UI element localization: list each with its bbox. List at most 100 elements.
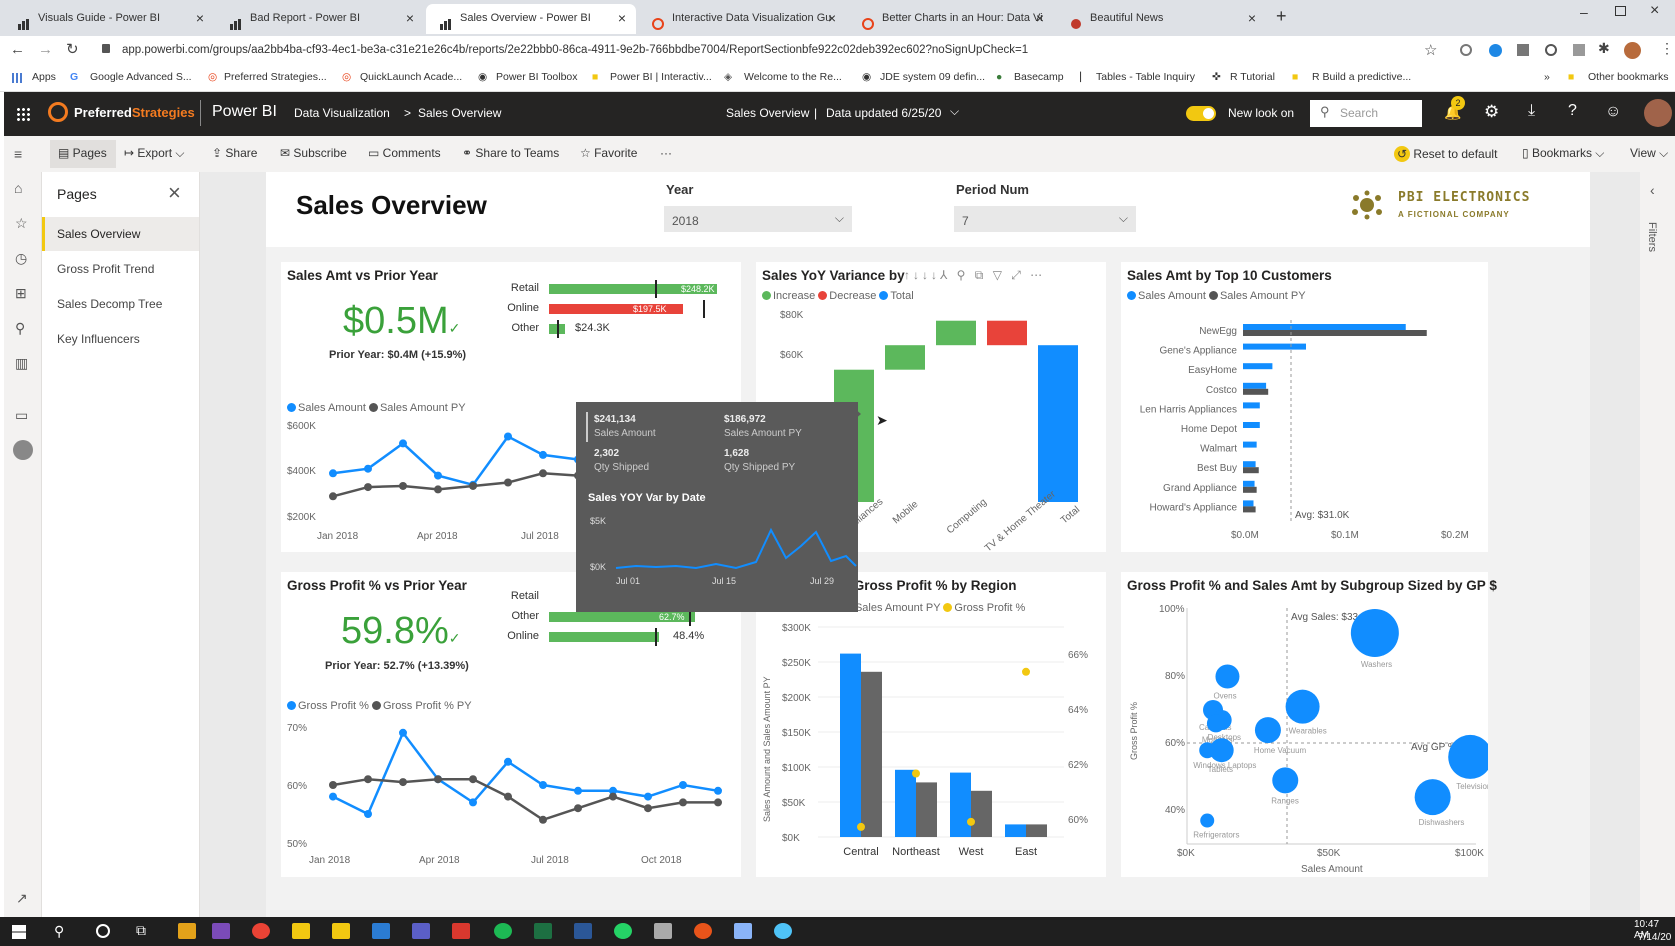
whatsapp-icon[interactable]	[614, 923, 632, 939]
chevron-down-icon[interactable]: ⌵	[950, 104, 959, 119]
new-tab-icon[interactable]: +	[1276, 6, 1287, 27]
year-slicer[interactable]: 2018 ⌵	[664, 206, 852, 232]
browser-tab[interactable]: Better Charts in an Hour: Data Vi ×	[848, 4, 1054, 34]
hamburger-menu-icon[interactable]: ≡	[14, 146, 22, 162]
card-gp-vs-py[interactable]: Gross Profit % vs Prior Year 59.8%✓ Prio…	[281, 572, 741, 877]
view-button[interactable]: View ⌵	[1630, 146, 1668, 161]
more-bookmarks-icon[interactable]: »	[1544, 71, 1550, 83]
extensions-puzzle-icon[interactable]: ✱	[1598, 40, 1610, 57]
star-icon[interactable]: ☆	[1424, 41, 1437, 59]
card-scatter[interactable]: Gross Profit % and Sales Amt by Subgroup…	[1121, 572, 1497, 877]
powerbi-desktop-icon[interactable]	[332, 923, 350, 939]
app-icon[interactable]	[774, 923, 792, 939]
feedback-smiley-icon[interactable]: ☺	[1605, 103, 1621, 121]
expand-arrow-icon[interactable]: ↗	[16, 890, 28, 907]
browser-tab[interactable]: Visuals Guide - Power BI ×	[4, 4, 214, 34]
acrobat-icon[interactable]	[452, 923, 470, 939]
bookmarks-button[interactable]: ▯ Bookmarks ⌵	[1522, 146, 1604, 161]
browser-tab-active[interactable]: Sales Overview - Power BI ×	[426, 4, 636, 34]
close-tab-icon[interactable]: ×	[618, 4, 626, 32]
page-item-key-influencers[interactable]: Key Influencers	[57, 332, 140, 346]
more-options-button[interactable]: ···	[660, 146, 672, 160]
close-icon[interactable]: ×	[168, 180, 181, 206]
bookmark-item[interactable]: Preferred Strategies...	[224, 71, 327, 83]
spotify-icon[interactable]	[494, 923, 512, 939]
user-avatar[interactable]	[1644, 99, 1672, 127]
line-chart-gp[interactable]: 70% 60% 50% Jan 2018 Apr 2018 Jul 2018 O…	[281, 717, 741, 877]
export-button[interactable]: ↦ Export ⌵	[124, 146, 185, 161]
period-slicer[interactable]: 7 ⌵	[954, 206, 1136, 232]
cortana-icon[interactable]	[96, 924, 110, 938]
bookmark-item[interactable]: Welcome to the Re...	[744, 71, 842, 83]
close-tab-icon[interactable]: ×	[406, 4, 414, 32]
workspace-avatar[interactable]	[13, 440, 33, 460]
bookmark-item[interactable]: R Build a predictive...	[1312, 71, 1411, 83]
windows-start-icon[interactable]	[12, 925, 26, 939]
new-look-toggle[interactable]	[1186, 106, 1216, 121]
extension-icon[interactable]	[1573, 44, 1585, 56]
app-launcher-icon[interactable]	[16, 107, 30, 121]
close-window-icon[interactable]: ×	[1650, 2, 1659, 20]
close-tab-icon[interactable]: ×	[196, 4, 204, 32]
browser-tab[interactable]: Bad Report - Power BI ×	[216, 4, 424, 34]
share-button[interactable]: ⇪ Share	[212, 146, 257, 160]
avatar[interactable]	[1624, 42, 1641, 59]
bookmark-item[interactable]: Power BI Toolbox	[496, 71, 578, 83]
filters-pane-collapsed[interactable]: ‹ Filters	[1640, 172, 1675, 917]
visual-studio-icon[interactable]	[212, 923, 230, 939]
top10-bar-chart[interactable]: NewEgg Gene's Appliance EasyHome Costco Len …	[1121, 302, 1488, 552]
favorites-star-icon[interactable]: ☆	[15, 215, 28, 232]
settings-gear-icon[interactable]: ⚙	[1484, 102, 1499, 122]
browser-tab[interactable]: Interactive Data Visualization Gu ×	[638, 4, 846, 34]
search-icon[interactable]: ⚲	[54, 923, 64, 940]
close-tab-icon[interactable]: ×	[1248, 4, 1256, 32]
subscribe-button[interactable]: ✉ Subscribe	[280, 146, 347, 160]
bookmark-item[interactable]: JDE system 09 defin...	[880, 71, 985, 83]
app-icon[interactable]	[372, 923, 390, 939]
bookmark-item[interactable]: Basecamp	[1014, 71, 1064, 83]
chrome-icon[interactable]	[252, 923, 270, 939]
restore-icon[interactable]	[1615, 6, 1626, 16]
breadcrumb-workspace[interactable]: Data Visualization	[294, 106, 390, 120]
workspaces-icon[interactable]: ▭	[15, 407, 28, 424]
card-top10-customers[interactable]: Sales Amt by Top 10 Customers Sales Amou…	[1121, 262, 1488, 552]
help-icon[interactable]: ?	[1568, 102, 1577, 120]
extension-icon[interactable]	[1460, 44, 1472, 56]
teams-icon[interactable]	[412, 923, 430, 939]
reload-icon[interactable]: ↻	[66, 40, 79, 58]
page-item-gross-profit-trend[interactable]: Gross Profit Trend	[57, 262, 154, 276]
bookmark-item[interactable]: Power BI | Interactiv...	[610, 71, 712, 83]
browser-tab[interactable]: Beautiful News ×	[1056, 4, 1266, 34]
forward-icon[interactable]: →	[38, 41, 53, 58]
app-icon[interactable]	[574, 923, 592, 939]
extension-icon[interactable]	[1517, 44, 1529, 56]
favorite-button[interactable]: ☆ Favorite	[580, 146, 637, 160]
bookmark-item[interactable]: R Tutorial	[1230, 71, 1275, 83]
app-icon[interactable]	[178, 923, 196, 939]
back-icon[interactable]: ←	[10, 41, 25, 58]
shared-icon[interactable]: ⚲	[15, 320, 25, 337]
pages-button[interactable]: ▤ Pages	[58, 146, 107, 160]
close-tab-icon[interactable]: ×	[1036, 4, 1044, 32]
chevron-left-icon[interactable]: ‹	[1650, 182, 1655, 198]
file-explorer-icon[interactable]	[292, 923, 310, 939]
task-view-icon[interactable]: ⧉	[136, 922, 146, 939]
clock-date[interactable]: 7/14/20	[1638, 932, 1671, 943]
create-icon[interactable]: ⊞	[15, 285, 27, 302]
bookmark-item[interactable]: Apps	[32, 71, 56, 83]
share-teams-button[interactable]: ⚭ Share to Teams	[462, 146, 559, 160]
app-icon[interactable]	[734, 923, 752, 939]
minimize-icon[interactable]: –	[1580, 4, 1588, 20]
recent-clock-icon[interactable]: ◷	[15, 250, 27, 267]
url-field[interactable]: app.powerbi.com/groups/aa2bb4ba-cf93-4ec…	[122, 44, 1412, 56]
reset-button[interactable]: ↺ Reset to default	[1394, 146, 1497, 162]
comments-button[interactable]: ▭ Comments	[368, 146, 441, 160]
other-bookmarks[interactable]: Other bookmarks	[1588, 71, 1669, 83]
bookmark-item[interactable]: Tables - Table Inquiry	[1096, 71, 1195, 83]
card-region[interactable]: and Gross Profit % by Region Sales Amoun…	[756, 572, 1106, 877]
extension-icon[interactable]	[1489, 44, 1502, 57]
bar-online[interactable]	[549, 632, 659, 642]
bookmark-item[interactable]: QuickLaunch Acade...	[360, 71, 462, 83]
app-icon[interactable]	[654, 923, 672, 939]
bubble-scatter-chart[interactable]: Gross Profit % 100% 80% 60% 40% $0K $50K…	[1121, 600, 1488, 877]
